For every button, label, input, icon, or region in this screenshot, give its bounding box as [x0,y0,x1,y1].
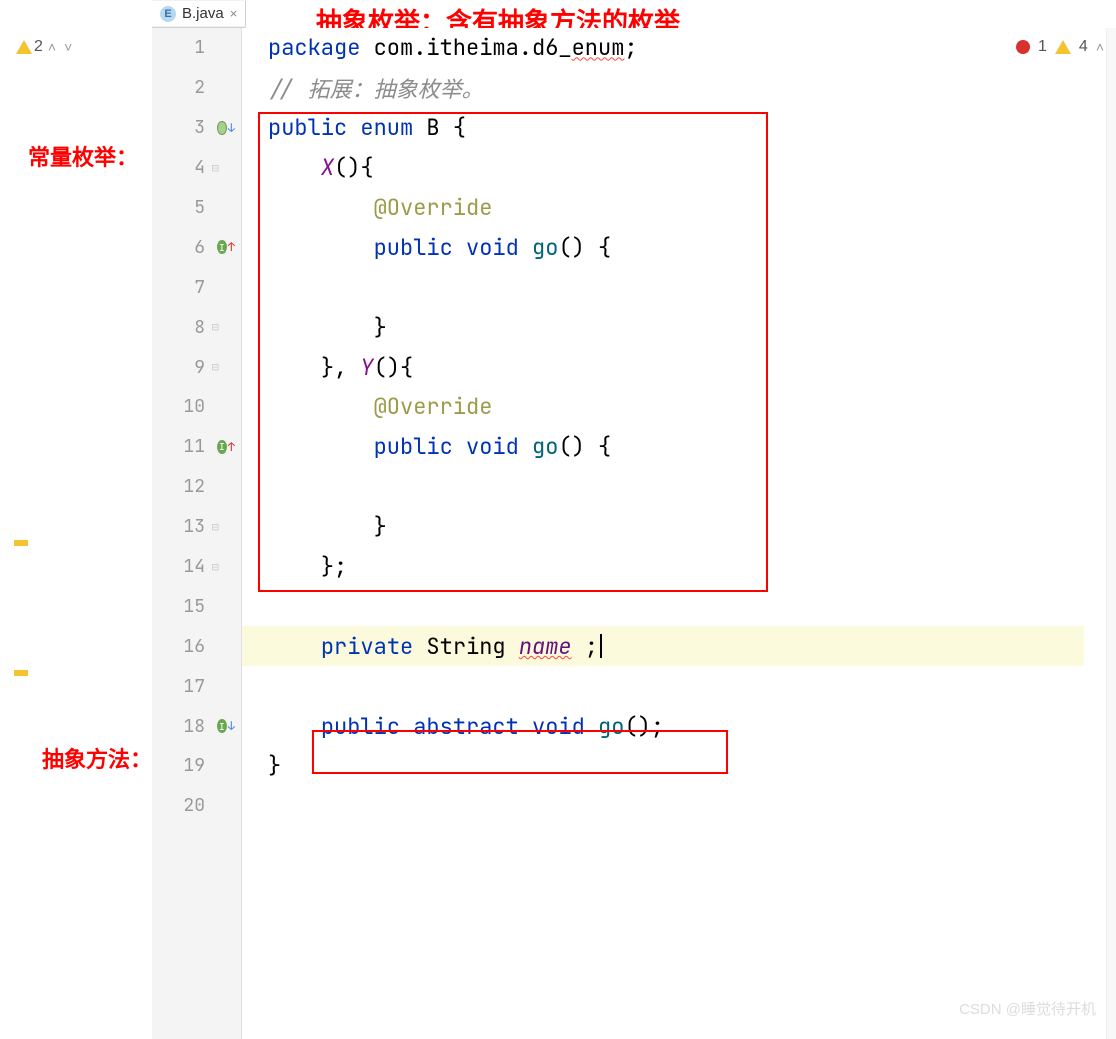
next-warning-icon[interactable]: ˅ [61,39,75,55]
line-number[interactable]: 10 [152,387,241,427]
line-number[interactable]: 9⊟ [152,347,241,387]
scrollbar[interactable] [1106,28,1116,1039]
implement-up-icon[interactable]: I↑ [217,238,235,256]
code-line: X(){ [242,148,1084,188]
chevron-icon[interactable]: ˄ [1096,39,1104,55]
line-number[interactable]: 3↓ [152,108,241,148]
change-marker [14,670,28,676]
change-marker [14,540,28,546]
line-number[interactable]: 8⊟ [152,307,241,347]
code-line: }, Y(){ [242,347,1084,387]
line-number[interactable]: 19 [152,746,241,786]
code-line: private String name ; [242,626,1084,666]
code-line: public void go() { [242,227,1084,267]
fold-icon[interactable]: ⊟ [212,359,219,375]
line-number[interactable]: 17 [152,666,241,706]
error-icon [1016,40,1030,54]
code-line: } [242,746,1084,786]
fold-icon[interactable]: ⊟ [212,559,219,575]
fold-icon[interactable]: ⊟ [212,160,219,176]
warning-count: 4 [1079,38,1088,56]
tab-filename: B.java [182,5,224,22]
warnings-indicator[interactable]: 2 ˄ ˅ [16,38,75,56]
code-line [242,586,1084,626]
tabs-bar: E B.java × [152,0,246,28]
annotation-constant: 常量枚举： [28,140,138,172]
close-icon[interactable]: × [230,6,238,21]
code-line [242,786,1084,826]
code-line: }; [242,547,1084,587]
code-line: // 拓展：抽象枚举。 [242,68,1084,108]
line-number[interactable]: 7 [152,267,241,307]
warning-icon [1055,40,1071,54]
inspection-status[interactable]: 1 4 ˄ [1016,38,1104,56]
text-caret [600,634,602,658]
implement-down-icon[interactable]: I↓ [217,717,235,735]
line-number[interactable]: 16 [152,626,241,666]
fold-icon[interactable]: ⊟ [212,519,219,535]
line-number[interactable]: 11I↑ [152,427,241,467]
code-line: } [242,507,1084,547]
annotation-abstract: 抽象方法： [42,742,152,774]
code-line: } [242,307,1084,347]
warning-icon [16,40,32,54]
code-line [242,467,1084,507]
line-number[interactable]: 12 [152,467,241,507]
code-line: @Override [242,188,1084,228]
warning-count: 2 [34,38,43,56]
line-number[interactable]: 14⊟ [152,547,241,587]
code-line: public enum B { [242,108,1084,148]
prev-warning-icon[interactable]: ˄ [45,39,59,55]
tab-b-java[interactable]: E B.java × [152,1,246,26]
watermark: CSDN @睡觉待开机 [959,998,1096,1019]
gutter: 1 2 3↓ 4⊟ 5 6I↑ 7 8⊟ 9⊟ 10 11I↑ 12 13⊟ 1… [152,28,242,1039]
code-line: public abstract void go(); [242,706,1084,746]
line-number[interactable]: 15 [152,586,241,626]
line-number[interactable]: 20 [152,786,241,826]
line-number[interactable]: 4⊟ [152,148,241,188]
code-line [242,666,1084,706]
line-number[interactable]: 1 [152,28,241,68]
line-number[interactable]: 13⊟ [152,507,241,547]
override-down-icon[interactable]: ↓ [217,119,235,137]
code-line [242,267,1084,307]
code-editor[interactable]: package com.itheima.d6_enum; // 拓展：抽象枚举。… [242,28,1084,1039]
line-number[interactable]: 6I↑ [152,227,241,267]
enum-file-icon: E [160,6,176,22]
implement-up-icon[interactable]: I↑ [217,438,235,456]
line-number[interactable]: 2 [152,68,241,108]
fold-icon[interactable]: ⊟ [212,319,219,335]
line-number[interactable]: 18I↓ [152,706,241,746]
line-number[interactable]: 5 [152,188,241,228]
code-line: package com.itheima.d6_enum; [242,28,1084,68]
code-line: public void go() { [242,427,1084,467]
code-line: @Override [242,387,1084,427]
error-count: 1 [1038,38,1047,56]
